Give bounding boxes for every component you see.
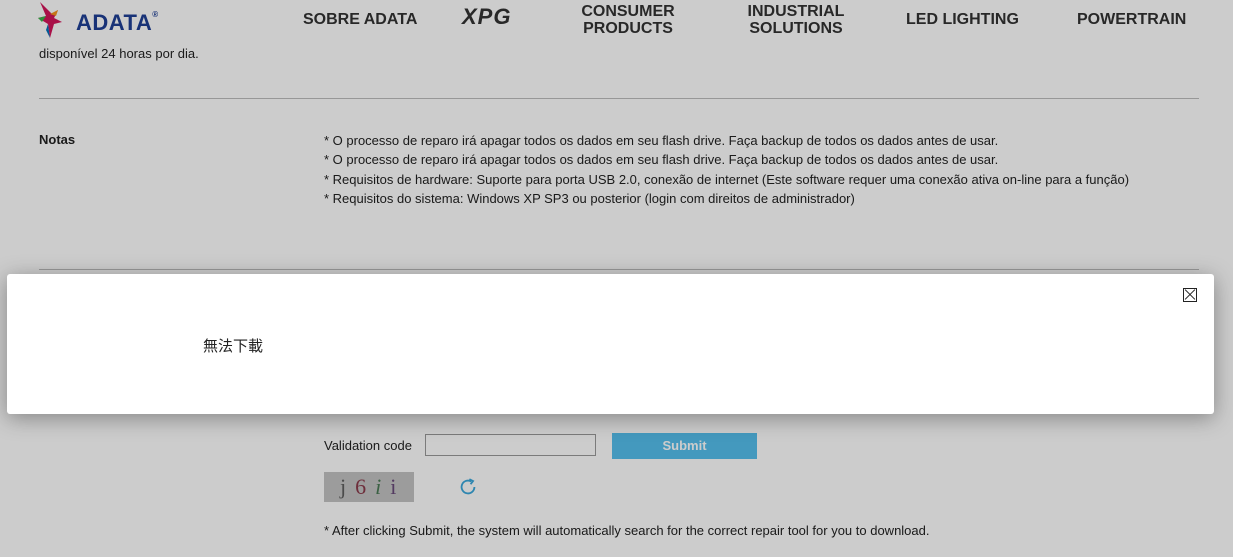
close-icon[interactable] xyxy=(1183,288,1197,302)
download-error-modal: 無法下載 xyxy=(7,274,1214,414)
page: ADATA® SOBRE ADATA XPG CONSUMER PRODUCTS… xyxy=(0,0,1233,557)
modal-message: 無法下載 xyxy=(203,337,264,355)
